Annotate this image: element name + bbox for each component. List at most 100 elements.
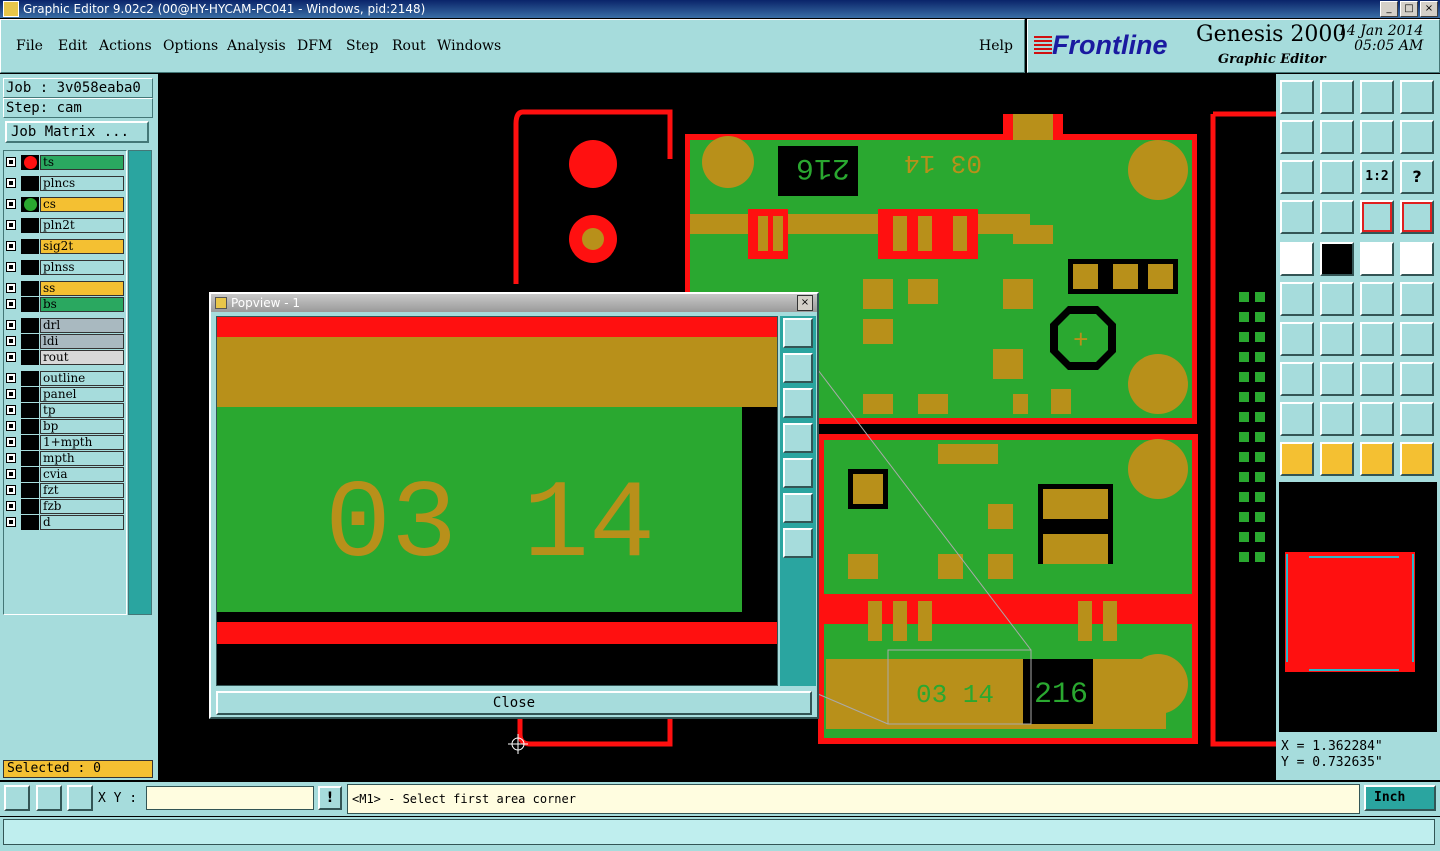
layer-checkbox[interactable] <box>6 157 16 167</box>
layer-row-rout[interactable]: rout <box>4 350 124 365</box>
layer-name[interactable]: drl <box>40 318 124 333</box>
grid-tool-icon[interactable] <box>67 785 93 811</box>
layer-swatch[interactable] <box>21 218 39 233</box>
pan-left-icon[interactable] <box>1280 120 1314 154</box>
layer-checkbox[interactable] <box>6 469 16 479</box>
layer-checkbox[interactable] <box>6 421 16 431</box>
cross-icon[interactable] <box>1320 282 1354 316</box>
layer-checkbox[interactable] <box>6 220 16 230</box>
minimize-button[interactable]: _ <box>1380 1 1398 17</box>
layer-swatch[interactable] <box>21 467 39 482</box>
layer-checkbox[interactable] <box>6 283 16 293</box>
layer-checkbox[interactable] <box>6 437 16 447</box>
menu-windows[interactable]: Windows <box>437 38 501 54</box>
popview-close-button[interactable]: Close <box>216 691 812 715</box>
line-edit-icon[interactable] <box>1320 362 1354 396</box>
snap-tool-icon[interactable] <box>36 785 62 811</box>
layer-checkbox[interactable] <box>6 517 16 527</box>
popview-canvas[interactable]: 03 14 <box>216 316 778 686</box>
arc-icon[interactable] <box>1360 322 1394 356</box>
pan-right-icon[interactable] <box>1320 120 1354 154</box>
layer-swatch[interactable] <box>21 318 39 333</box>
layer-swatch[interactable] <box>21 435 39 450</box>
layer-row-sig2t[interactable]: sig2t <box>4 239 124 254</box>
layer-row-cs[interactable]: cs <box>4 197 124 212</box>
connect-icon[interactable] <box>1280 282 1314 316</box>
xy-input[interactable] <box>146 786 314 810</box>
layer-row-bs[interactable]: bs <box>4 297 124 312</box>
menu-edit[interactable]: Edit <box>58 38 87 54</box>
popview-right-icon[interactable] <box>783 458 813 488</box>
layer-checkbox[interactable] <box>6 320 16 330</box>
layer-checkbox[interactable] <box>6 501 16 511</box>
move-pad-icon[interactable] <box>1360 282 1394 316</box>
menu-help[interactable]: Help <box>979 38 1013 54</box>
save-icon[interactable] <box>1320 80 1354 114</box>
add-line-icon[interactable] <box>1320 242 1354 276</box>
zoom-fit-icon[interactable] <box>1280 160 1314 194</box>
open-icon[interactable] <box>1280 80 1314 114</box>
net-icon[interactable] <box>1360 200 1394 234</box>
layer-row-mpth[interactable]: mpth <box>4 451 124 466</box>
layer-row-drl[interactable]: drl <box>4 318 124 333</box>
menu-options[interactable]: Options <box>163 38 218 54</box>
triangle-2-icon[interactable] <box>1320 402 1354 436</box>
close-window-button[interactable]: × <box>1420 1 1438 17</box>
layer-checkbox[interactable] <box>6 178 16 188</box>
zoom-tool-icon[interactable] <box>4 785 30 811</box>
zoom-center-icon[interactable] <box>1320 160 1354 194</box>
layer-row-pln2t[interactable]: pln2t <box>4 218 124 233</box>
add-pad-icon[interactable] <box>1280 242 1314 276</box>
layer-swatch[interactable] <box>21 451 39 466</box>
layer-swatch[interactable] <box>21 334 39 349</box>
layer-checkbox[interactable] <box>6 453 16 463</box>
layer-row-cvia[interactable]: cvia <box>4 467 124 482</box>
units-selector[interactable]: Inch <box>1364 785 1436 811</box>
layer-swatch[interactable] <box>21 297 39 312</box>
layer-name[interactable]: plnss <box>40 260 124 275</box>
layer-row-outline[interactable]: outline <box>4 371 124 386</box>
pointer-box-icon[interactable] <box>1320 442 1354 476</box>
layer-name[interactable]: d <box>40 515 124 530</box>
popview-down-icon[interactable] <box>783 388 813 418</box>
layer-swatch[interactable] <box>21 387 39 402</box>
route-icon[interactable] <box>1400 442 1434 476</box>
popview-titlebar[interactable]: Popview - 1 × <box>211 294 817 312</box>
layer-swatch[interactable] <box>21 483 39 498</box>
layer-swatch[interactable] <box>21 350 39 365</box>
snap-icon[interactable] <box>1400 120 1434 154</box>
layer-name[interactable]: fzb <box>40 499 124 514</box>
grid-icon[interactable] <box>1320 200 1354 234</box>
layer-checkbox[interactable] <box>6 389 16 399</box>
menu-actions[interactable]: Actions <box>99 38 152 54</box>
layer-name[interactable]: panel <box>40 387 124 402</box>
layer-row-plnss[interactable]: plnss <box>4 260 124 275</box>
menu-rout[interactable]: Rout <box>392 38 426 54</box>
layer-swatch[interactable] <box>21 515 39 530</box>
zoom-1-2-icon[interactable]: 1:2 <box>1360 160 1394 194</box>
layer-name[interactable]: ss <box>40 281 124 296</box>
layer-name[interactable]: bs <box>40 297 124 312</box>
layer-row-ts[interactable]: ts <box>4 155 124 170</box>
home-icon[interactable] <box>1360 80 1394 114</box>
layer-name[interactable]: mpth <box>40 451 124 466</box>
maximize-button[interactable]: □ <box>1400 1 1418 17</box>
layer-name[interactable]: cvia <box>40 467 124 482</box>
layer-swatch[interactable] <box>21 239 39 254</box>
layer-checkbox[interactable] <box>6 352 16 362</box>
layer-row-panel[interactable]: panel <box>4 387 124 402</box>
pad-edit-icon[interactable] <box>1280 362 1314 396</box>
popview-center-icon[interactable] <box>783 528 813 558</box>
layer-swatch[interactable] <box>21 403 39 418</box>
layer-checkbox[interactable] <box>6 241 16 251</box>
layer-name[interactable]: fzt <box>40 483 124 498</box>
layer-swatch[interactable] <box>21 176 39 191</box>
layer-name[interactable]: 1+mpth <box>40 435 124 450</box>
layer-checkbox[interactable] <box>6 373 16 383</box>
popview-fit-icon[interactable] <box>783 493 813 523</box>
layer-swatch[interactable] <box>21 281 39 296</box>
layer-name[interactable]: ldi <box>40 334 124 349</box>
job-matrix-button[interactable]: Job Matrix ... <box>5 121 149 143</box>
move-pad-2-icon[interactable] <box>1400 282 1434 316</box>
measure-icon[interactable] <box>1280 200 1314 234</box>
